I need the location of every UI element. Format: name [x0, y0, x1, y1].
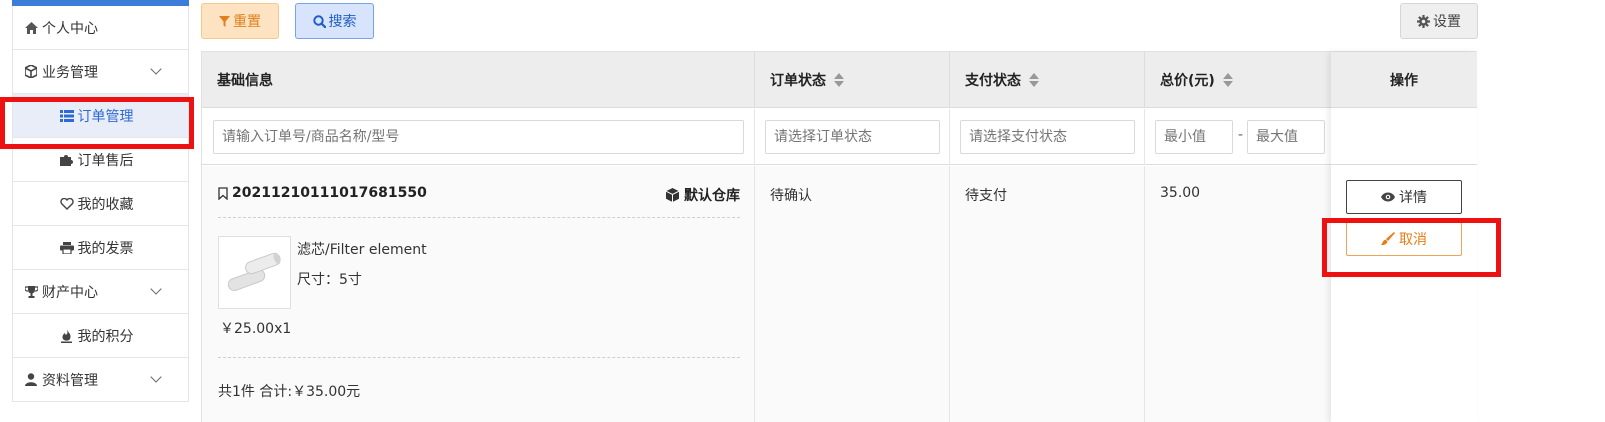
sidebar-item-label: 我的积分 [77, 328, 134, 345]
product-image[interactable] [218, 236, 291, 309]
filter-cell-actions [1331, 109, 1477, 165]
flame-icon [60, 328, 74, 343]
search-label: 搜索 [328, 14, 357, 30]
sidebar-item-business[interactable]: 业务管理 [12, 50, 189, 94]
cell-basic-info: 20211210111017681550 默认仓库 滤芯/Filter elem… [202, 166, 755, 422]
product-price-qty: ￥25.00x1 [220, 321, 292, 337]
printer-icon [59, 241, 74, 255]
cancel-button[interactable]: 取消 [1346, 222, 1462, 256]
reset-label: 重置 [233, 14, 261, 30]
product-name[interactable]: 滤芯/Filter element [297, 239, 427, 259]
order-summary: 共1件 合计:￥35.00元 [218, 384, 361, 400]
chevron-down-icon [150, 283, 162, 295]
header-total[interactable]: 总价(元) [1145, 52, 1331, 108]
search-button[interactable]: 搜索 [295, 3, 374, 39]
filter-cell-pay-status [950, 109, 1145, 165]
header-basic-info: 基础信息 [202, 52, 755, 108]
settings-button[interactable]: 设置 [1400, 3, 1478, 39]
header-label: 总价(元) [1160, 73, 1215, 89]
total-value: 35.00 [1160, 185, 1201, 201]
filter-row: - [202, 109, 1331, 165]
divider [218, 217, 740, 218]
list-icon [59, 109, 74, 123]
chevron-down-icon [150, 63, 162, 75]
eye-icon [1381, 192, 1395, 202]
order-table: 基础信息 订单状态 支付状态 总价(元) 请输入订单号/商品名称/型号 请选择订… [201, 51, 1477, 422]
user-icon [24, 373, 38, 387]
order-status-value: 待确认 [770, 188, 812, 204]
sidebar-item-label: 财产中心 [42, 284, 98, 301]
sidebar-item-order-management[interactable]: 订单管理 [12, 94, 189, 138]
trophy-icon [24, 285, 38, 299]
sidebar: 个人中心 业务管理 订单管理 订单售后 我的收藏 我的发票 财产中心 我的积分 … [12, 0, 189, 422]
table-row: 20211210111017681550 默认仓库 滤芯/Filter elem… [202, 166, 1331, 422]
sidebar-item-label: 我的发票 [77, 240, 134, 257]
pay-status-select[interactable] [960, 120, 1135, 154]
cell-total: 35.00 [1145, 166, 1331, 422]
chevron-down-icon [150, 371, 162, 383]
home-icon [24, 21, 38, 35]
sort-icon[interactable] [834, 73, 844, 87]
sidebar-item-label: 个人中心 [42, 20, 98, 37]
puzzle-icon [60, 153, 74, 167]
cell-order-status: 待确认 [755, 166, 950, 422]
cancel-label: 取消 [1399, 232, 1427, 248]
header-order-status[interactable]: 订单状态 [755, 52, 950, 108]
sidebar-item-personal-center[interactable]: 个人中心 [12, 6, 189, 50]
order-number-text: 20211210111017681550 [232, 185, 427, 201]
range-separator: - [1238, 127, 1244, 143]
sidebar-item-label: 业务管理 [42, 64, 98, 81]
order-number[interactable]: 20211210111017681550 [218, 185, 427, 201]
filter-cell-basic [202, 109, 755, 165]
max-price-input[interactable] [1247, 120, 1325, 154]
header-label: 基础信息 [217, 73, 273, 89]
cube-icon [24, 65, 38, 79]
search-icon [312, 14, 326, 28]
sidebar-item-points[interactable]: 我的积分 [12, 314, 189, 358]
header-actions: 操作 [1331, 52, 1477, 108]
sidebar-item-assets[interactable]: 财产中心 [12, 270, 189, 314]
filter-cell-order-status [755, 109, 950, 165]
brush-icon [1381, 232, 1395, 246]
gear-icon [1417, 14, 1430, 28]
sidebar-item-label: 订单管理 [77, 108, 134, 125]
min-price-input[interactable] [1155, 120, 1233, 154]
bookmark-icon [218, 186, 228, 200]
pay-status-value: 待支付 [965, 188, 1007, 204]
order-search-input[interactable] [213, 120, 744, 154]
filter-cell-total: - [1145, 109, 1331, 165]
product-spec: 尺寸：5寸 [297, 272, 362, 288]
page-root: 个人中心 业务管理 订单管理 订单售后 我的收藏 我的发票 财产中心 我的积分 … [0, 0, 1605, 422]
warehouse-text: 默认仓库 [684, 188, 740, 204]
sort-icon[interactable] [1029, 73, 1039, 87]
action-column: 操作 详情 取消 [1331, 52, 1477, 422]
header-label: 支付状态 [965, 73, 1021, 89]
sidebar-item-profile[interactable]: 资料管理 [12, 358, 189, 402]
header-pay-status[interactable]: 支付状态 [950, 52, 1145, 108]
table-header: 基础信息 订单状态 支付状态 总价(元) [202, 52, 1331, 108]
cell-pay-status: 待支付 [950, 166, 1145, 422]
sort-icon[interactable] [1222, 73, 1233, 87]
reset-button[interactable]: 重置 [201, 3, 279, 39]
sidebar-item-favorites[interactable]: 我的收藏 [12, 182, 189, 226]
divider [218, 357, 740, 358]
header-label: 操作 [1390, 72, 1418, 89]
sidebar-item-invoices[interactable]: 我的发票 [12, 226, 189, 270]
detail-button[interactable]: 详情 [1346, 180, 1462, 214]
header-label: 订单状态 [770, 73, 826, 89]
sidebar-item-label: 我的收藏 [77, 196, 134, 213]
sidebar-item-label: 资料管理 [42, 372, 98, 389]
sidebar-item-label: 订单售后 [77, 152, 134, 169]
filter-icon [219, 15, 230, 27]
settings-label: 设置 [1433, 14, 1461, 30]
sidebar-item-after-sales[interactable]: 订单售后 [12, 138, 189, 182]
detail-label: 详情 [1399, 190, 1427, 206]
cube-icon [666, 188, 679, 202]
order-status-select[interactable] [765, 120, 940, 154]
heart-icon [59, 197, 74, 211]
warehouse: 默认仓库 [666, 185, 740, 205]
